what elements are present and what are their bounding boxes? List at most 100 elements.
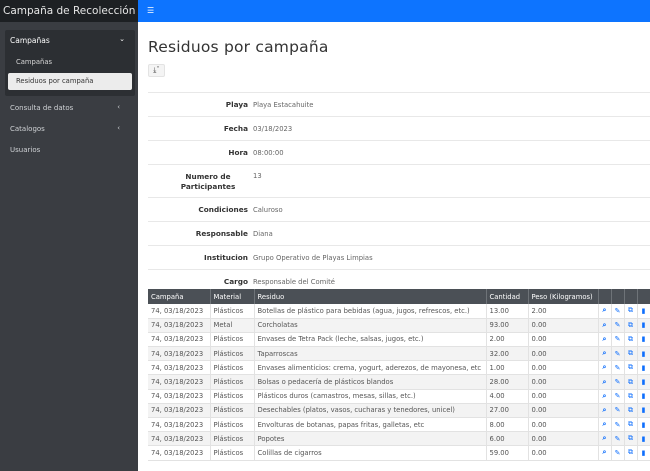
table-cell: 2.00 — [486, 332, 529, 348]
view-button[interactable]: ⌕ — [598, 403, 612, 419]
edit-button[interactable]: ✎ — [611, 360, 625, 376]
delete-button[interactable]: ▮ — [637, 304, 650, 319]
sidebar-item-usuarios[interactable]: Usuarios — [0, 140, 138, 159]
delete-icon: ▮ — [641, 335, 646, 344]
edit-button[interactable]: ✎ — [611, 332, 625, 348]
table-cell: Popotes — [254, 431, 487, 447]
sidebar-item-consulta-de-datos[interactable]: Consulta de datos ‹ — [0, 98, 138, 117]
sidebar-item-catalogos[interactable]: Catalogos ‹ — [0, 119, 138, 138]
copy-button[interactable]: ⧉ — [624, 431, 638, 447]
edit-button[interactable]: ✎ — [611, 304, 625, 319]
delete-button[interactable]: ▮ — [637, 417, 650, 433]
delete-button[interactable]: ▮ — [637, 431, 650, 447]
table-row: 74, 03/18/2023 Plásticos Plásticos duros (… — [148, 389, 650, 404]
table-cell: Plásticos — [210, 374, 255, 390]
column-header — [624, 289, 638, 304]
copy-button[interactable]: ⧉ — [624, 403, 638, 419]
sidebar-item-campanas[interactable]: Campañas — [8, 54, 132, 71]
detail-label: Condiciones — [198, 205, 248, 214]
view-icon: ⌕ — [602, 448, 607, 457]
table-cell: 0.00 — [528, 346, 599, 362]
edit-button[interactable]: ✎ — [611, 389, 625, 404]
table-row: 74, 03/18/2023 Plásticos Colillas de cigar… — [148, 445, 650, 461]
residuos-table: Campaña Material Residuo Cantidad Peso (… — [148, 289, 650, 461]
chevron-down-icon: ⌄ — [119, 35, 125, 43]
copy-button[interactable]: ⧉ — [624, 318, 638, 333]
delete-button[interactable]: ▮ — [637, 445, 650, 461]
view-button[interactable]: ⌕ — [598, 389, 612, 404]
table-cell: 0.00 — [528, 374, 599, 390]
edit-button[interactable]: ✎ — [611, 431, 625, 447]
detail-value: 13 — [253, 172, 262, 180]
copy-button[interactable]: ⧉ — [624, 374, 638, 390]
table-cell: Envases de Tetra Pack (leche, salsas, ju… — [254, 332, 487, 348]
edit-button[interactable]: ✎ — [611, 318, 625, 333]
view-icon: ⌕ — [602, 420, 607, 429]
table-cell: 74, 03/18/2023 — [148, 374, 211, 390]
detail-label: Fecha — [223, 124, 248, 133]
delete-button[interactable]: ▮ — [637, 374, 650, 390]
table-cell: Colillas de cigarros — [254, 445, 487, 461]
column-header[interactable]: Residuo — [254, 289, 487, 304]
column-header[interactable]: Campaña — [148, 289, 211, 304]
edit-button[interactable]: ✎ — [611, 346, 625, 362]
copy-button[interactable]: ⧉ — [624, 346, 638, 362]
view-button[interactable]: ⌕ — [598, 318, 612, 333]
edit-button[interactable]: ✎ — [611, 403, 625, 419]
main-content: Residuos por campaña ⤓ˇ Playa Playa Esta… — [138, 22, 650, 471]
detail-label: Playa — [225, 100, 248, 109]
delete-button[interactable]: ▮ — [637, 389, 650, 404]
detail-value: Playa Estacahuite — [253, 101, 314, 109]
view-button[interactable]: ⌕ — [598, 304, 612, 319]
column-header[interactable]: Peso (Kilogramos) — [528, 289, 599, 304]
table-cell: 2.00 — [528, 304, 599, 319]
delete-button[interactable]: ▮ — [637, 318, 650, 333]
download-icon: ⤓ˇ — [153, 66, 160, 74]
edit-button[interactable]: ✎ — [611, 417, 625, 433]
delete-icon: ▮ — [641, 434, 646, 443]
table-body: 74, 03/18/2023 Plásticos Botellas de plást… — [148, 304, 650, 461]
view-button[interactable]: ⌕ — [598, 346, 612, 362]
table-cell: 74, 03/18/2023 — [148, 332, 211, 348]
delete-icon: ▮ — [641, 306, 646, 315]
download-button[interactable]: ⤓ˇ — [148, 64, 165, 77]
copy-button[interactable]: ⧉ — [624, 389, 638, 404]
view-button[interactable]: ⌕ — [598, 374, 612, 390]
delete-icon: ▮ — [641, 378, 646, 387]
edit-icon: ✎ — [614, 420, 621, 429]
table-cell: 6.00 — [486, 431, 529, 447]
delete-button[interactable]: ▮ — [637, 360, 650, 376]
view-button[interactable]: ⌕ — [598, 360, 612, 376]
edit-button[interactable]: ✎ — [611, 445, 625, 461]
edit-icon: ✎ — [614, 434, 621, 443]
delete-button[interactable]: ▮ — [637, 403, 650, 419]
column-header[interactable]: Cantidad — [486, 289, 529, 304]
view-button[interactable]: ⌕ — [598, 417, 612, 433]
copy-button[interactable]: ⧉ — [624, 332, 638, 348]
hamburger-icon[interactable]: ☰ — [147, 7, 154, 15]
table-cell: 28.00 — [486, 374, 529, 390]
copy-button[interactable]: ⧉ — [624, 360, 638, 376]
view-button[interactable]: ⌕ — [598, 445, 612, 461]
sidebar-item-label: Consulta de datos — [10, 104, 74, 112]
table-cell: 13.00 — [486, 304, 529, 319]
sidebar-item-residuos-por-campana[interactable]: Residuos por campaña — [8, 73, 132, 90]
column-header[interactable]: Material — [210, 289, 255, 304]
copy-button[interactable]: ⧉ — [624, 417, 638, 433]
sidebar-group-campanas[interactable]: Campañas ⌄ — [5, 30, 135, 50]
table-cell: Plásticos — [210, 403, 255, 419]
delete-button[interactable]: ▮ — [637, 332, 650, 348]
app-brand[interactable]: Campaña de Recolección — [0, 0, 138, 22]
view-button[interactable]: ⌕ — [598, 431, 612, 447]
table-row: 74, 03/18/2023 Plásticos Popotes 6.00 0.00 ⌕ ✎… — [148, 431, 650, 447]
edit-icon: ✎ — [614, 321, 621, 330]
delete-button[interactable]: ▮ — [637, 346, 650, 362]
table-cell: 1.00 — [486, 360, 529, 376]
view-button[interactable]: ⌕ — [598, 332, 612, 348]
table-cell: 0.00 — [528, 445, 599, 461]
detail-value: Responsable del Comité — [253, 278, 335, 286]
detail-value: Grupo Operativo de Playas Limpias — [253, 254, 373, 262]
copy-button[interactable]: ⧉ — [624, 445, 638, 461]
edit-button[interactable]: ✎ — [611, 374, 625, 390]
copy-button[interactable]: ⧉ — [624, 304, 638, 319]
